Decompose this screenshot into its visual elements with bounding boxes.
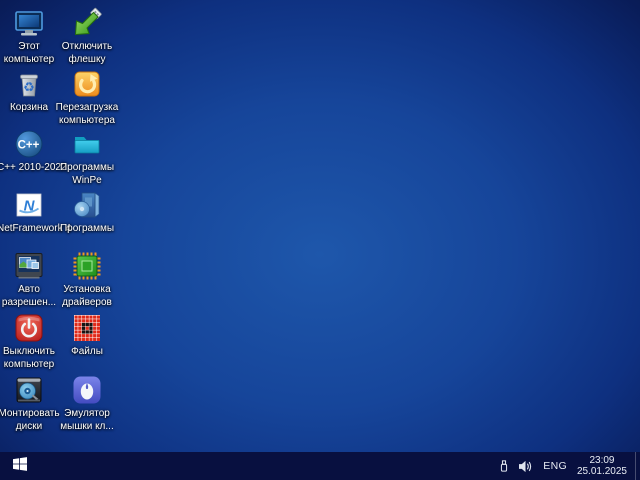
desktop-icon-cpp-runtime[interactable]: C++ C++ 2010-2022 <box>0 128 61 175</box>
desktop-icon-restart[interactable]: Перезагрузка компьютера <box>55 68 119 127</box>
system-tray: ENG 23:09 25.01.2025 <box>494 452 640 480</box>
desktop-icon-label: Эмулятор мышки кл... <box>55 408 119 433</box>
taskbar: ENG 23:09 25.01.2025 <box>0 452 640 480</box>
cpp-icon: C++ <box>13 128 45 160</box>
desktop-icon-label: Установка драйверов <box>55 284 119 309</box>
desktop-icon-label: Файлы <box>55 346 119 359</box>
desktop-icon-label: Перезагрузка компьютера <box>55 102 119 127</box>
svg-text:N: N <box>24 198 36 215</box>
files-grid-icon <box>71 312 103 344</box>
power-icon <box>13 312 45 344</box>
svg-text:♻: ♻ <box>23 80 35 95</box>
desktop-icon-label: Корзина <box>0 102 61 115</box>
usb-tray-icon[interactable] <box>494 452 514 480</box>
hdd-icon <box>13 374 45 406</box>
desktop-icon-label: Выключить компьютер <box>0 346 61 371</box>
desktop-icon-label: Программы WinPe <box>55 162 119 187</box>
desktop-icon-label: Программы <box>55 223 119 236</box>
recycle-bin-icon: ♻ <box>13 68 45 100</box>
dotnet-icon: N <box>13 189 45 221</box>
desktop-icon-label: Авто разрешен... <box>0 284 61 309</box>
desktop[interactable]: Этот компьютер Отключить флешку <box>0 0 640 480</box>
chip-icon <box>71 250 103 282</box>
volume-icon[interactable] <box>514 452 537 480</box>
folder-icon <box>71 128 103 160</box>
desktop-icon-mouse-emulator[interactable]: Эмулятор мышки кл... <box>55 374 119 433</box>
desktop-icon-label: Этот компьютер <box>0 41 61 66</box>
desktop-icon-netframework[interactable]: N NetFramework 4 <box>0 189 61 236</box>
computer-icon <box>13 7 45 39</box>
svg-text:C++: C++ <box>18 140 40 152</box>
desktop-icon-recycle-bin[interactable]: ♻ Корзина <box>0 68 61 115</box>
clock[interactable]: 23:09 25.01.2025 <box>573 455 635 477</box>
desktop-icon-install-drivers[interactable]: Установка драйверов <box>55 250 119 309</box>
windows-logo-icon <box>13 457 27 476</box>
desktop-icon-eject-usb[interactable]: Отключить флешку <box>55 7 119 66</box>
restart-icon <box>71 68 103 100</box>
desktop-icon-label: Монтировать диски <box>0 408 61 433</box>
show-desktop-button[interactable] <box>635 452 640 480</box>
desktop-icon-label: Отключить флешку <box>55 41 119 66</box>
start-button[interactable] <box>0 452 40 480</box>
desktop-icon-shutdown[interactable]: Выключить компьютер <box>0 312 61 371</box>
usb-eject-icon <box>71 7 103 39</box>
desktop-icon-mount-disks[interactable]: Монтировать диски <box>0 374 61 433</box>
display-resolution-icon <box>13 250 45 282</box>
clock-date: 25.01.2025 <box>577 466 627 477</box>
desktop-icon-label: NetFramework 4 <box>0 223 61 236</box>
desktop-icon-this-computer[interactable]: Этот компьютер <box>0 7 61 66</box>
desktop-icon-programs[interactable]: Программы <box>55 189 119 236</box>
language-indicator[interactable]: ENG <box>537 460 573 472</box>
software-box-icon <box>71 189 103 221</box>
desktop-icon-label: C++ 2010-2022 <box>0 162 61 175</box>
mouse-icon <box>71 374 103 406</box>
desktop-icon-files[interactable]: Файлы <box>55 312 119 359</box>
desktop-icon-programs-winpe[interactable]: Программы WinPe <box>55 128 119 187</box>
clock-time: 23:09 <box>577 455 627 466</box>
desktop-icon-auto-resolution[interactable]: Авто разрешен... <box>0 250 61 309</box>
